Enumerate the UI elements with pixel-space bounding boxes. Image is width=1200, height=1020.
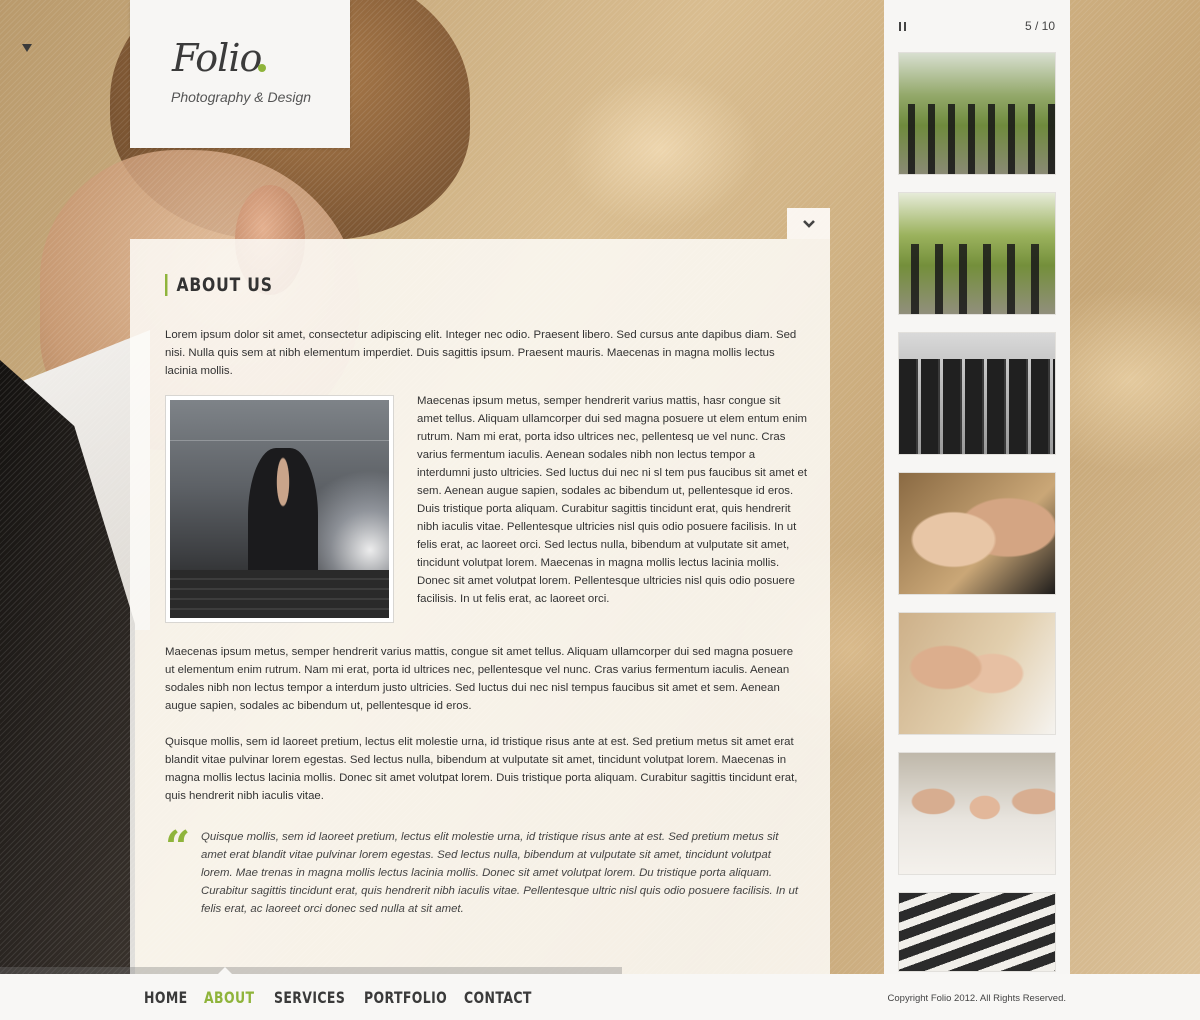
nav-pointer-icon: [218, 967, 232, 974]
blockquote: Quisque mollis, sem id laoreet pretium, …: [201, 831, 799, 915]
intro-paragraph: Lorem ipsum dolor sit amet, consectetur …: [165, 329, 797, 377]
thumbnail-wedding-party[interactable]: [898, 52, 1056, 175]
copyright-text: Copyright Folio 2012. All Rights Reserve…: [887, 993, 1066, 1004]
quote-mark-icon: “: [165, 822, 191, 873]
thumbnail-couple-closeup[interactable]: [898, 472, 1056, 595]
nav-track: [0, 967, 622, 974]
slide-counter: 5 / 10: [1024, 19, 1055, 33]
nav-about[interactable]: ABOUT: [204, 988, 254, 1007]
nav-portfolio[interactable]: PORTFOLIO: [364, 988, 447, 1007]
thumbnail-couple-foreheads[interactable]: [898, 612, 1056, 735]
logo-text: Folio: [172, 36, 262, 80]
thumbnail-bridesmaids[interactable]: [898, 192, 1056, 315]
portrait-image: [170, 400, 389, 618]
pause-icon[interactable]: [898, 21, 908, 32]
nav-contact[interactable]: CONTACT: [464, 988, 532, 1007]
logo-tagline: Photography & Design: [171, 89, 312, 105]
nav-home[interactable]: HOME: [144, 988, 188, 1007]
body-paragraph-2: Maecenas ipsum metus, semper hendrerit v…: [165, 646, 794, 712]
chevron-down-icon: [802, 219, 815, 228]
background-marker-icon: [22, 44, 32, 52]
logo-dot-icon: [258, 64, 266, 72]
body-paragraph-3: Quisque mollis, sem id laoreet pretium, …: [165, 736, 798, 802]
portrait-image-frame: [165, 395, 394, 623]
thumbnail-bride-friends[interactable]: [898, 752, 1056, 875]
thumbnail-place-cards[interactable]: [898, 892, 1056, 972]
collapse-panel-button[interactable]: [787, 208, 830, 239]
logo-box[interactable]: Folio Photography & Design: [130, 0, 350, 148]
page-title: ABOUT US: [165, 274, 273, 296]
nav-services[interactable]: SERVICES: [274, 988, 345, 1007]
side-paragraph: Maecenas ipsum metus, semper hendrerit v…: [417, 395, 808, 605]
thumbnail-groomsmen[interactable]: [898, 332, 1056, 455]
